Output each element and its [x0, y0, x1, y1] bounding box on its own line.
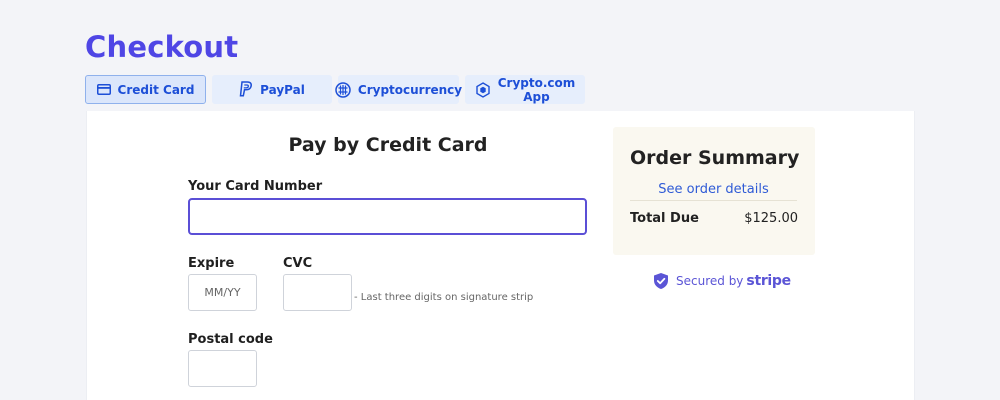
tab-paypal-label: PayPal [260, 82, 305, 97]
summary-divider [630, 200, 797, 201]
tab-cryptocurrency-label: Cryptocurrency [357, 82, 463, 97]
cvc-input[interactable] [283, 274, 352, 311]
checkout-page: Checkout Credit Card PayPal Cryptocurren… [0, 0, 1000, 400]
order-summary-title: Order Summary [630, 147, 800, 169]
crypto-globe-icon [335, 81, 351, 98]
tab-crypto-com-app[interactable]: Crypto.com App [465, 75, 585, 104]
cvc-label: CVC [283, 256, 313, 271]
tab-credit-card[interactable]: Credit Card [85, 75, 206, 104]
page-title: Checkout [85, 30, 239, 64]
tab-credit-card-label: Credit Card [117, 82, 195, 97]
tab-paypal[interactable]: PayPal [212, 75, 332, 104]
form-title: Pay by Credit Card [288, 134, 488, 156]
paypal-icon [239, 81, 253, 98]
stripe-logo: stripe [746, 273, 791, 289]
shield-check-icon [653, 272, 669, 290]
tab-crypto-com-label-line2: App [523, 89, 550, 104]
payment-card-panel: Pay by Credit Card Your Card Number Expi… [86, 111, 915, 400]
cvc-hint: - Last three digits on signature strip [354, 292, 534, 303]
postal-code-label: Postal code [188, 332, 273, 347]
total-due-value: $125.00 [744, 211, 798, 226]
secured-by-text: Secured by [676, 274, 744, 288]
tab-crypto-com-app-label: Crypto.com App [498, 76, 576, 104]
card-number-label: Your Card Number [188, 179, 323, 194]
tab-crypto-com-label-line1: Crypto.com [497, 75, 576, 90]
tab-cryptocurrency[interactable]: Cryptocurrency [335, 75, 463, 104]
credit-card-icon [96, 84, 111, 95]
card-number-input[interactable] [188, 198, 587, 235]
secured-by-stripe: Secured by stripe [653, 272, 791, 290]
order-summary: Order Summary See order details Total Du… [613, 127, 815, 255]
total-due-label: Total Due [630, 211, 699, 226]
expire-input[interactable] [188, 274, 257, 311]
crypto-com-icon [475, 81, 491, 98]
postal-code-input[interactable] [188, 350, 257, 387]
see-order-details-link[interactable]: See order details [630, 182, 797, 197]
expire-label: Expire [188, 256, 235, 271]
